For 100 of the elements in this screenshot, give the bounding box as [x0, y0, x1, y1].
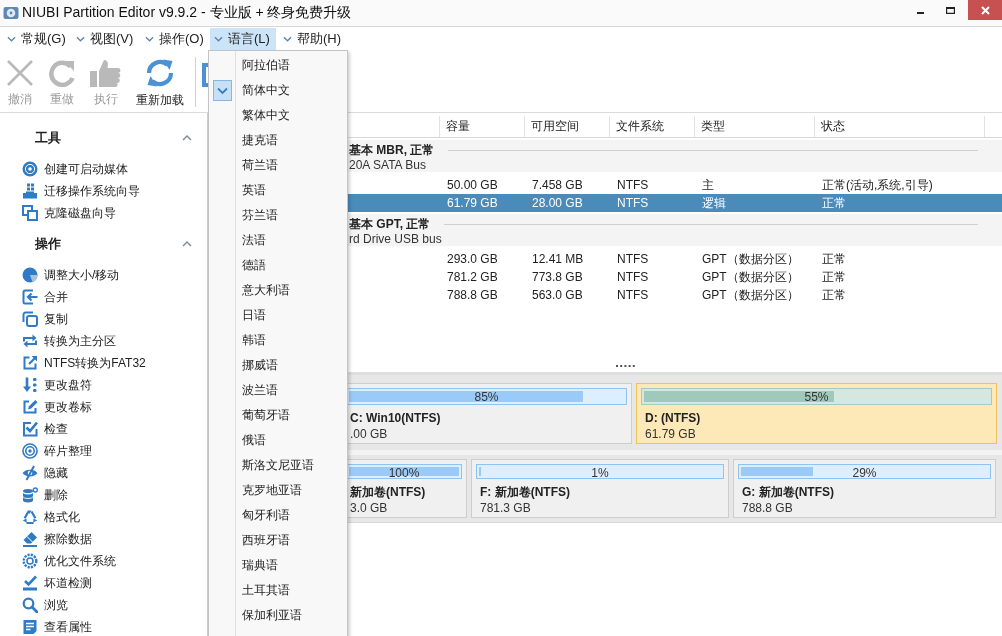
sidebar-item[interactable]: NTFS转换为FAT32 — [0, 352, 207, 374]
sidebar-item[interactable]: 迁移操作系统向导 — [0, 180, 207, 202]
sidebar-item[interactable]: 复制 — [0, 308, 207, 330]
partition-block[interactable]: 29% G: 新加卷(NTFS) 788.8 GB — [733, 459, 996, 518]
table-cell-text: 逻辑 — [701, 195, 727, 212]
menu-option[interactable]: 意大利语 — [209, 278, 347, 303]
sidebar-item[interactable]: 合并 — [0, 286, 207, 308]
usage-percent: 100% — [388, 465, 420, 481]
arrow-out-of-box-icon — [22, 355, 38, 371]
close-button[interactable] — [968, 0, 1002, 20]
partition-block[interactable]: 1% F: 新加卷(NTFS) 781.3 GB — [471, 459, 729, 518]
column-header[interactable]: 类型 — [695, 116, 815, 137]
table-cell-text: 正常(活动,系统,引导) — [821, 177, 934, 194]
close-icon — [980, 5, 990, 15]
checkbox-tick-icon — [22, 421, 38, 437]
menu-item[interactable]: 操作(O) — [141, 28, 207, 50]
table-cell-text: 7.458 GB — [531, 177, 584, 194]
table-cell-text: 773.8 GB — [531, 269, 584, 286]
copy-icon — [22, 311, 38, 327]
eye-slash-icon — [22, 465, 38, 481]
sidebar-item[interactable]: 优化文件系统 — [0, 550, 207, 572]
sidebar-item[interactable]: 创建可启动媒体 — [0, 158, 207, 180]
menu-option[interactable]: 繁体中文 — [209, 103, 347, 128]
column-header[interactable]: 容量 — [440, 116, 525, 137]
menu-option[interactable]: 西班牙语 — [209, 528, 347, 553]
sidebar-item[interactable]: 克隆磁盘向导 — [0, 202, 207, 224]
search-icon — [22, 597, 38, 613]
partition-label: D: (NTFS) — [644, 410, 701, 426]
overlapping-squares-icon — [22, 205, 38, 221]
window-title: NIUBI Partition Editor v9.9.2 - 专业版 + 终身免费升级 — [22, 4, 352, 22]
table-cell-text: 正常 — [821, 287, 847, 304]
sidebar-item[interactable]: 格式化 — [0, 506, 207, 528]
sidebar-item[interactable]: 浏览 — [0, 594, 207, 616]
menu-item[interactable]: 视图(V) — [72, 28, 138, 50]
partition-label: G: 新加卷(NTFS) — [741, 484, 834, 500]
menu-option[interactable]: 土耳其语 — [209, 578, 347, 603]
cross-icon — [6, 59, 34, 87]
partition-label: F: 新加卷(NTFS) — [479, 484, 570, 500]
partition-size: 61.79 GB — [644, 426, 696, 443]
table-cell-text: 正常 — [821, 195, 847, 212]
usage-percent: 1% — [591, 465, 609, 481]
table-cell-text: GPT（数据分区） — [701, 269, 800, 286]
sidebar-item[interactable]: 查看属性 — [0, 616, 207, 636]
menu-option[interactable]: 挪威语 — [209, 353, 347, 378]
partition-size: 3.0 GB — [349, 500, 388, 517]
table-cell-text: 61.79 GB — [446, 195, 499, 212]
sidebar-item[interactable]: 删除 — [0, 484, 207, 506]
table-cell-text: 12.41 MB — [531, 251, 585, 268]
section-title: 操作 — [35, 235, 61, 253]
sidebar-item[interactable]: 坏道检测 — [0, 572, 207, 594]
menu-item[interactable]: 语言(L) — [210, 28, 276, 50]
sidebar-item[interactable]: 调整大小/移动 — [0, 264, 207, 286]
sidebar-item[interactable]: 更改卷标 — [0, 396, 207, 418]
toolbar-button[interactable]: 重新加载 — [130, 51, 190, 112]
menu-item[interactable]: 常规(G) — [3, 28, 69, 50]
sidebar-item[interactable]: 碎片整理 — [0, 440, 207, 462]
sidebar-item[interactable]: 擦除数据 — [0, 528, 207, 550]
table-cell-text: GPT（数据分区） — [701, 287, 800, 304]
sidebar-item[interactable]: 检查 — [0, 418, 207, 440]
chevron-down-icon — [76, 36, 85, 42]
minimize-icon — [916, 12, 924, 14]
menu-option[interactable]: 日语 — [209, 303, 347, 328]
partition-size: .00 GB — [349, 426, 388, 443]
table-cell-text: NTFS — [616, 177, 650, 194]
menu-option[interactable]: 瑞典语 — [209, 553, 347, 578]
down-arrow-icon — [22, 377, 38, 393]
table-cell-text: NTFS — [616, 269, 650, 286]
sidebar-item[interactable]: 隐藏 — [0, 462, 207, 484]
column-header[interactable]: 文件系统 — [610, 116, 695, 137]
menu-option[interactable]: 阿拉伯语 — [209, 53, 347, 78]
toolbar-icon[interactable] — [202, 61, 211, 89]
menu-option[interactable]: 保加利亚语 — [209, 603, 347, 628]
chevron-up-icon[interactable] — [182, 241, 192, 247]
menu-item[interactable]: 帮助(H) — [279, 28, 345, 50]
chevron-up-icon[interactable] — [182, 135, 192, 141]
eraser-icon — [22, 531, 38, 547]
chevron-down-icon — [214, 36, 223, 42]
pencil-box-icon — [22, 399, 38, 415]
circular-arrow-icon — [48, 59, 76, 87]
partition-block[interactable]: 55% D: (NTFS) 61.79 GB — [636, 383, 997, 444]
gear-icon — [22, 553, 38, 569]
column-header[interactable]: 状态 — [815, 116, 985, 137]
refresh-icon — [145, 58, 175, 88]
column-header[interactable]: 可用空间 — [525, 116, 610, 137]
triangle-arrows-icon — [22, 509, 38, 525]
table-cell-text: 28.00 GB — [531, 195, 584, 212]
sidebar-item[interactable]: 更改盘符 — [0, 374, 207, 396]
maximize-icon — [945, 6, 955, 14]
table-cell-text: 正常 — [821, 251, 847, 268]
disk-title: 基本 MBR, 正常 — [349, 141, 435, 159]
sidebar-item[interactable]: 转换为主分区 — [0, 330, 207, 352]
menu-option[interactable]: 韩语 — [209, 328, 347, 353]
table-cell-text: 781.2 GB — [446, 269, 499, 286]
menu-option[interactable]: 简体中文 — [209, 78, 347, 103]
menu-option[interactable]: 德語 — [209, 253, 347, 278]
partition-size: 788.8 GB — [741, 500, 793, 517]
database-icon — [22, 487, 38, 503]
chevron-down-icon — [7, 36, 16, 42]
stacked-drive-icon — [22, 183, 38, 199]
thumbs-up-icon — [90, 59, 122, 87]
